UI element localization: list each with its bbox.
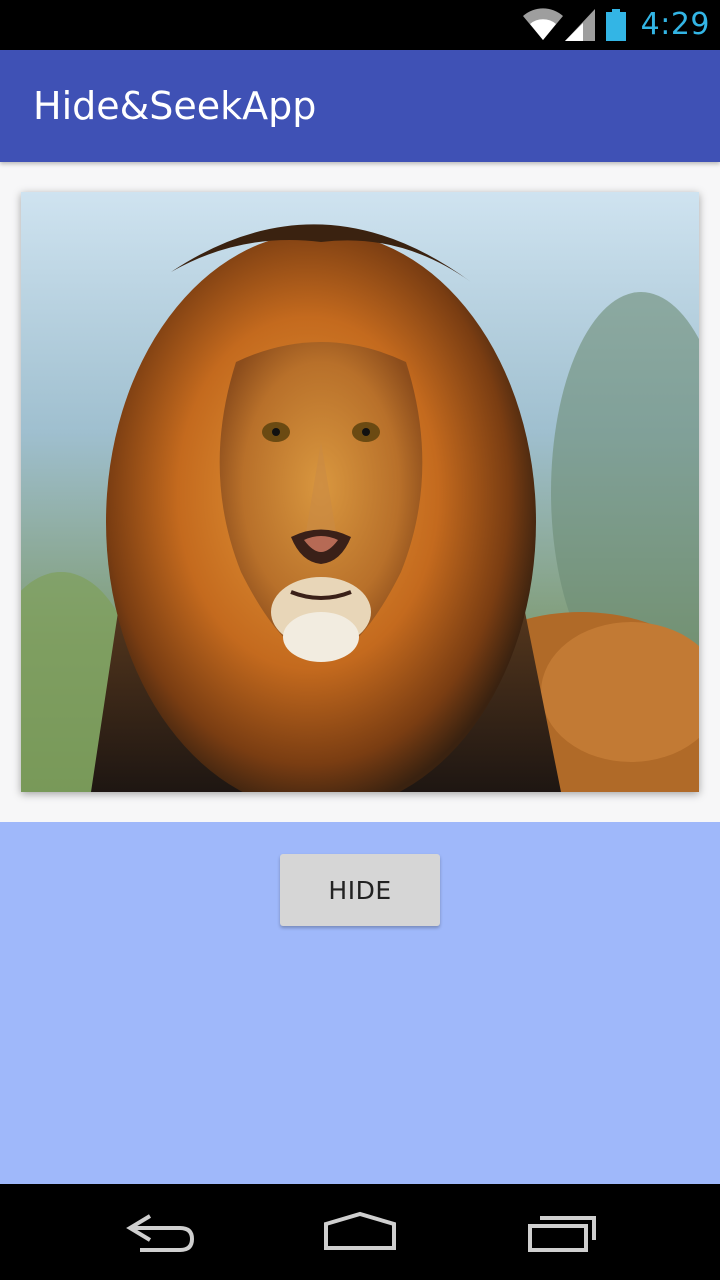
app-bar: Hide&SeekApp <box>0 50 720 162</box>
wifi-icon <box>522 8 563 40</box>
hide-button[interactable]: HIDE <box>280 854 440 926</box>
navigation-bar <box>0 1184 720 1280</box>
cell-signal-icon <box>564 9 595 41</box>
home-icon[interactable] <box>320 1210 400 1254</box>
image-area <box>0 162 720 822</box>
status-bar: 4:29 <box>0 0 720 50</box>
clock: 4:29 <box>640 7 710 42</box>
main-content: HIDE <box>0 162 720 1184</box>
battery-icon <box>605 9 626 41</box>
lion-photo <box>21 192 699 792</box>
status-icons: 4:29 <box>522 0 710 50</box>
lion-image <box>21 192 699 792</box>
recents-icon[interactable] <box>522 1210 602 1254</box>
app-title: Hide&SeekApp <box>33 84 317 128</box>
back-icon[interactable] <box>120 1210 200 1254</box>
